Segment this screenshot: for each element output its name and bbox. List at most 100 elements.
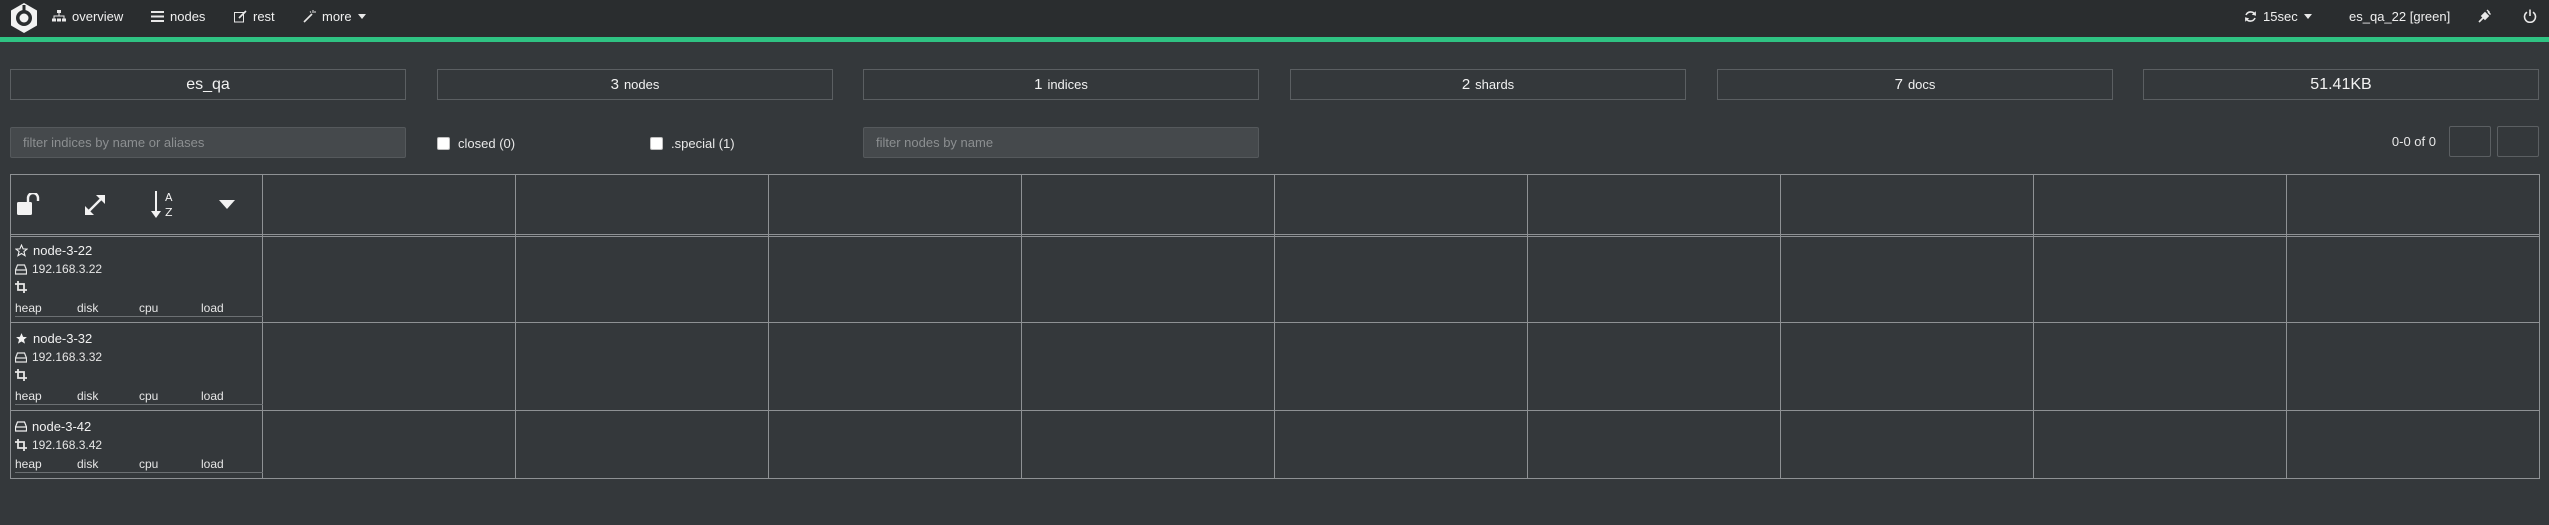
disconnect-button[interactable] bbox=[2478, 0, 2492, 32]
header-row-divider bbox=[11, 234, 2539, 237]
hdd-icon bbox=[15, 351, 27, 363]
special-checkbox-label: .special (1) bbox=[671, 135, 735, 151]
refresh-interval-label: 15sec bbox=[2263, 8, 2298, 24]
nav-nodes-label: nodes bbox=[170, 8, 206, 24]
node-ip: 192.168.3.32 bbox=[32, 350, 103, 364]
nav-more-label: more bbox=[322, 8, 352, 24]
hdd-icon bbox=[15, 421, 27, 432]
node-row: node-3-42 192.168.3.42 heap disk cpu loa… bbox=[15, 415, 265, 477]
shards-count: 2 bbox=[1461, 76, 1471, 93]
nodes-count-label: nodes bbox=[623, 77, 660, 92]
indices-count: 1 bbox=[1034, 76, 1043, 93]
caret-down-icon[interactable] bbox=[219, 200, 235, 210]
plug-icon bbox=[2478, 9, 2491, 23]
node-metrics: heap disk cpu load bbox=[15, 389, 263, 405]
magic-wand-icon bbox=[303, 9, 316, 23]
node-row: node-3-22 192.168.3.22 heap disk cpu loa… bbox=[15, 239, 265, 321]
row-divider bbox=[11, 410, 2539, 411]
cerebro-logo-icon[interactable] bbox=[8, 2, 40, 34]
special-indices-toggle[interactable]: .special (1) bbox=[650, 135, 735, 151]
closed-checkbox-label: closed (0) bbox=[458, 135, 516, 151]
summary-indices: 1 indices bbox=[863, 69, 1259, 100]
power-icon bbox=[2523, 9, 2537, 23]
nav-rest[interactable]: rest bbox=[234, 0, 275, 32]
shards-count-label: shards bbox=[1475, 77, 1515, 92]
expand-icon[interactable] bbox=[83, 193, 107, 217]
nodes-count: 3 bbox=[610, 76, 619, 93]
node-ip-line: 192.168.3.22 bbox=[15, 262, 102, 276]
node-role-line bbox=[15, 369, 27, 381]
star-filled-icon bbox=[16, 333, 27, 344]
row-divider bbox=[11, 322, 2539, 323]
column-divider bbox=[1527, 175, 1528, 478]
metric-load-label: load bbox=[201, 301, 224, 315]
unlock-icon[interactable] bbox=[15, 193, 41, 217]
closed-indices-toggle[interactable]: closed (0) bbox=[437, 135, 515, 151]
column-divider bbox=[2033, 175, 2034, 478]
metric-heap-label: heap bbox=[15, 301, 42, 315]
status-accent-bar bbox=[0, 37, 2549, 42]
node-metrics: heap disk cpu load bbox=[15, 301, 263, 317]
sort-alpha-icon[interactable]: A Z bbox=[151, 189, 179, 219]
logout-button[interactable] bbox=[2523, 0, 2537, 32]
metric-disk-label: disk bbox=[77, 301, 99, 315]
docs-count: 7 bbox=[1894, 76, 1903, 93]
nav-overview[interactable]: overview bbox=[52, 0, 123, 32]
list-icon bbox=[151, 10, 164, 22]
node-ip: 192.168.3.42 bbox=[32, 438, 103, 452]
metric-heap-label: heap bbox=[15, 457, 42, 471]
refresh-icon bbox=[2245, 10, 2256, 22]
summary-nodes: 3 nodes bbox=[437, 69, 833, 100]
column-divider bbox=[1021, 175, 1022, 478]
size-value: 51.41KB bbox=[2310, 75, 2372, 93]
indices-count-label: indices bbox=[1047, 77, 1088, 92]
column-divider bbox=[2286, 175, 2287, 478]
metric-disk-label: disk bbox=[77, 389, 99, 403]
svg-text:Z: Z bbox=[165, 206, 173, 219]
caret-down-icon bbox=[357, 13, 366, 19]
nav-rest-label: rest bbox=[253, 8, 275, 24]
node-role-line bbox=[15, 281, 27, 293]
crop-icon bbox=[15, 439, 27, 451]
cluster-name-label: es_qa_22 [green] bbox=[2349, 8, 2451, 24]
pagination-prev-button[interactable] bbox=[2449, 126, 2491, 157]
node-row: node-3-32 192.168.3.32 heap disk cpu loa… bbox=[15, 327, 265, 409]
summary-docs: 7 docs bbox=[1717, 69, 2113, 100]
docs-count-label: docs bbox=[1907, 77, 1936, 92]
cluster-name-status[interactable]: es_qa_22 [green] bbox=[2349, 0, 2450, 32]
column-divider bbox=[1274, 175, 1275, 478]
node-title[interactable]: node-3-32 bbox=[15, 331, 92, 346]
metric-cpu-label: cpu bbox=[139, 457, 159, 471]
summary-shards: 2 shards bbox=[1290, 69, 1686, 100]
metric-load-label: load bbox=[201, 389, 224, 403]
node-ip: 192.168.3.22 bbox=[32, 262, 103, 276]
pagination-next-button[interactable] bbox=[2497, 126, 2539, 157]
hdd-icon bbox=[15, 263, 27, 275]
svg-text:A: A bbox=[165, 191, 173, 204]
nav-more-dropdown[interactable]: more bbox=[303, 0, 366, 32]
edit-icon bbox=[234, 9, 247, 22]
metric-cpu-label: cpu bbox=[139, 301, 159, 315]
caret-down-icon bbox=[2303, 13, 2312, 19]
refresh-interval-dropdown[interactable]: 15sec bbox=[2244, 0, 2312, 32]
cluster-overview-grid: A Z node-3-22 192.168.3.22 heap disk cpu… bbox=[10, 174, 2540, 479]
special-checkbox[interactable] bbox=[650, 136, 663, 150]
column-divider bbox=[1780, 175, 1781, 478]
pagination-status: 0-0 of 0 bbox=[2391, 134, 2436, 149]
closed-checkbox[interactable] bbox=[437, 136, 450, 150]
column-divider bbox=[768, 175, 769, 478]
node-ip-line: 192.168.3.42 bbox=[15, 438, 102, 452]
node-ip-line: 192.168.3.32 bbox=[15, 350, 102, 364]
filter-nodes-input[interactable] bbox=[863, 127, 1259, 158]
filter-indices-input[interactable] bbox=[10, 127, 406, 158]
summary-cluster-name: es_qa bbox=[10, 69, 406, 100]
crop-icon bbox=[15, 369, 27, 381]
node-name: node-3-22 bbox=[33, 243, 93, 258]
star-outline-icon bbox=[15, 244, 28, 257]
metric-cpu-label: cpu bbox=[139, 389, 159, 403]
nav-nodes[interactable]: nodes bbox=[151, 0, 205, 32]
node-title[interactable]: node-3-22 bbox=[15, 243, 92, 258]
node-name: node-3-32 bbox=[33, 331, 93, 346]
crop-icon bbox=[15, 281, 27, 293]
node-title[interactable]: node-3-42 bbox=[15, 419, 91, 434]
